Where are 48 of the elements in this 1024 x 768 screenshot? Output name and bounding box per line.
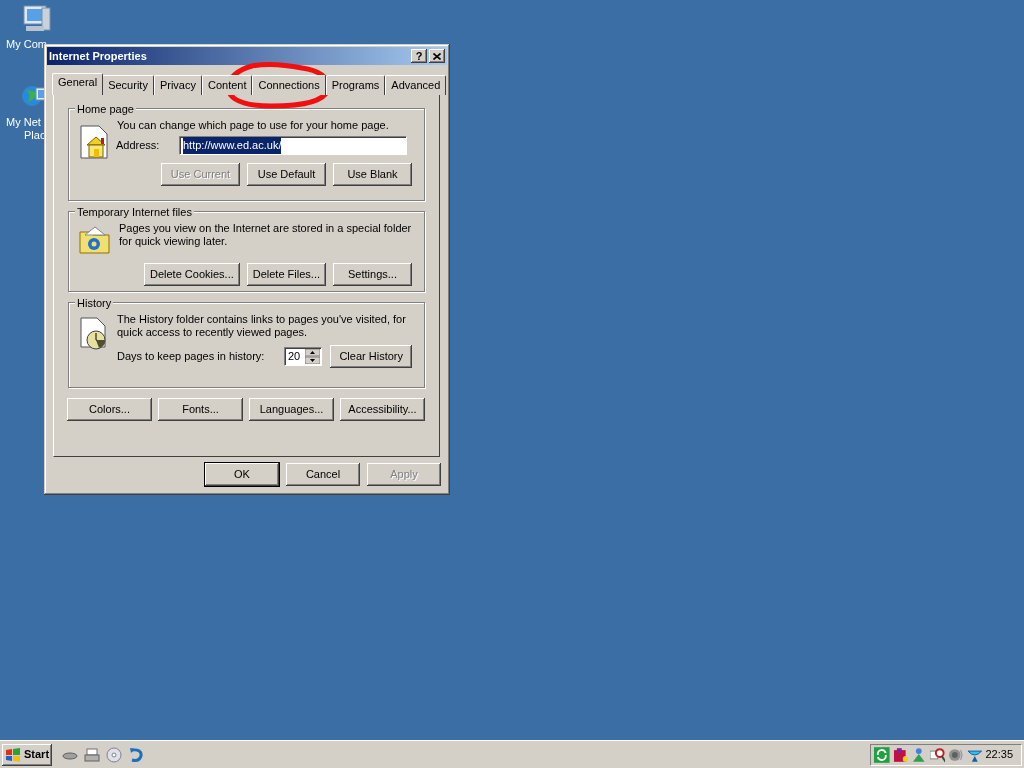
icon-label[interactable]: Plac [24,129,46,142]
field-label: Address: [116,138,161,154]
person-icon [911,746,927,763]
description: You can change which page to use for your home page. [117,119,390,132]
clock: 22:35 [985,747,1013,763]
tab[interactable]: Programs [325,75,386,95]
history-icon [79,317,109,351]
spin-arrows-icon [305,349,320,364]
description: Pages you view on the Internet are stored in a special folder for quick viewing later. [119,222,412,248]
button[interactable]: Use Blank [333,163,412,186]
close-button[interactable] [429,49,445,63]
spin-box[interactable]: 20 [284,347,322,366]
window-title: Internet Properties [49,48,148,64]
button[interactable]: Delete Cookies... [144,263,240,286]
button[interactable]: Fonts... [158,398,243,421]
close-icon [433,52,441,60]
field-label: Days to keep pages in history: [117,349,266,365]
tab[interactable]: Privacy [153,75,202,95]
help-button[interactable]: ? [411,49,427,63]
button[interactable]: OK [205,463,279,486]
button[interactable]: Colors... [67,398,152,421]
tab[interactable]: Security [102,75,154,95]
button[interactable]: Languages... [249,398,334,421]
windows-logo-icon [5,747,21,762]
start-button[interactable]: Start [2,743,53,766]
tab[interactable]: Advanced [385,75,447,95]
speaker-icon [948,746,964,763]
button[interactable]: Accessibility... [340,398,425,421]
tab[interactable]: Connections [252,75,326,95]
tab[interactable]: Content [201,75,253,95]
printer-icon[interactable] [84,746,101,763]
button[interactable]: Cancel [286,463,360,486]
button[interactable]: Clear History [330,345,412,368]
address-field[interactable]: http://www.ed.ac.uk/ [179,136,407,155]
home-page-icon [79,125,109,159]
button[interactable]: Delete Files... [246,263,326,286]
magnifier-icon [929,746,946,763]
blocks-icon [892,746,909,763]
folder-icon [79,226,111,254]
sync-icon [874,746,890,763]
icon-label[interactable]: My Net [6,116,41,129]
computer-icon [20,4,52,34]
disc-icon[interactable] [106,746,123,763]
back-arrow-icon[interactable] [128,746,145,763]
tab[interactable]: General [52,73,104,95]
button[interactable]: Use Default [247,163,326,186]
description: The History folder contains links to pages you've visited, for quick access to recently viewed pages. [117,313,407,339]
button[interactable]: Settings... [333,263,412,286]
